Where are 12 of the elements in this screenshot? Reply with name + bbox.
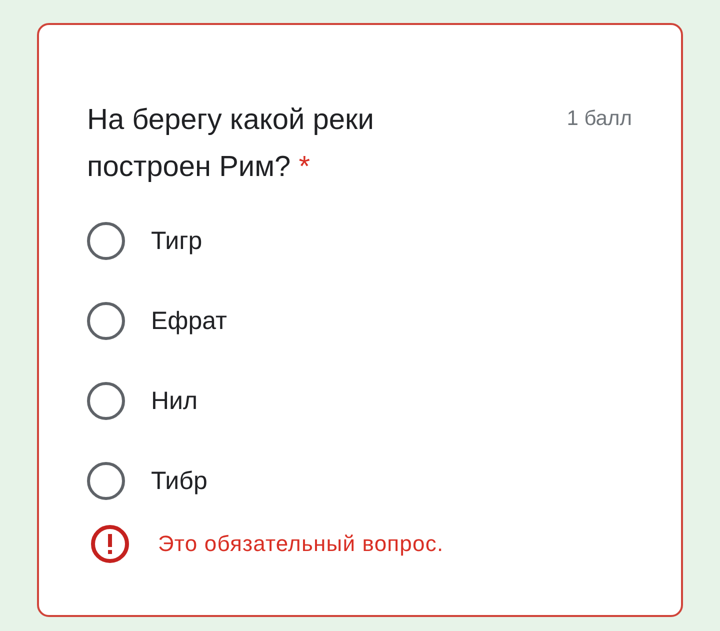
error-icon [90, 524, 130, 564]
option-label[interactable]: Тибр [151, 466, 208, 496]
radio-button[interactable] [87, 462, 125, 500]
error-message: Это обязательный вопрос. [158, 531, 444, 557]
points-label: 1 балл [566, 107, 632, 131]
radio-button[interactable] [87, 302, 125, 340]
option-label[interactable]: Нил [151, 386, 198, 416]
option-label[interactable]: Тигр [151, 226, 202, 256]
option-label[interactable]: Ефрат [151, 306, 227, 336]
question-title: На берегу какой реки построен Рим? * [87, 103, 375, 185]
radio-button[interactable] [87, 382, 125, 420]
radio-button[interactable] [87, 222, 125, 260]
